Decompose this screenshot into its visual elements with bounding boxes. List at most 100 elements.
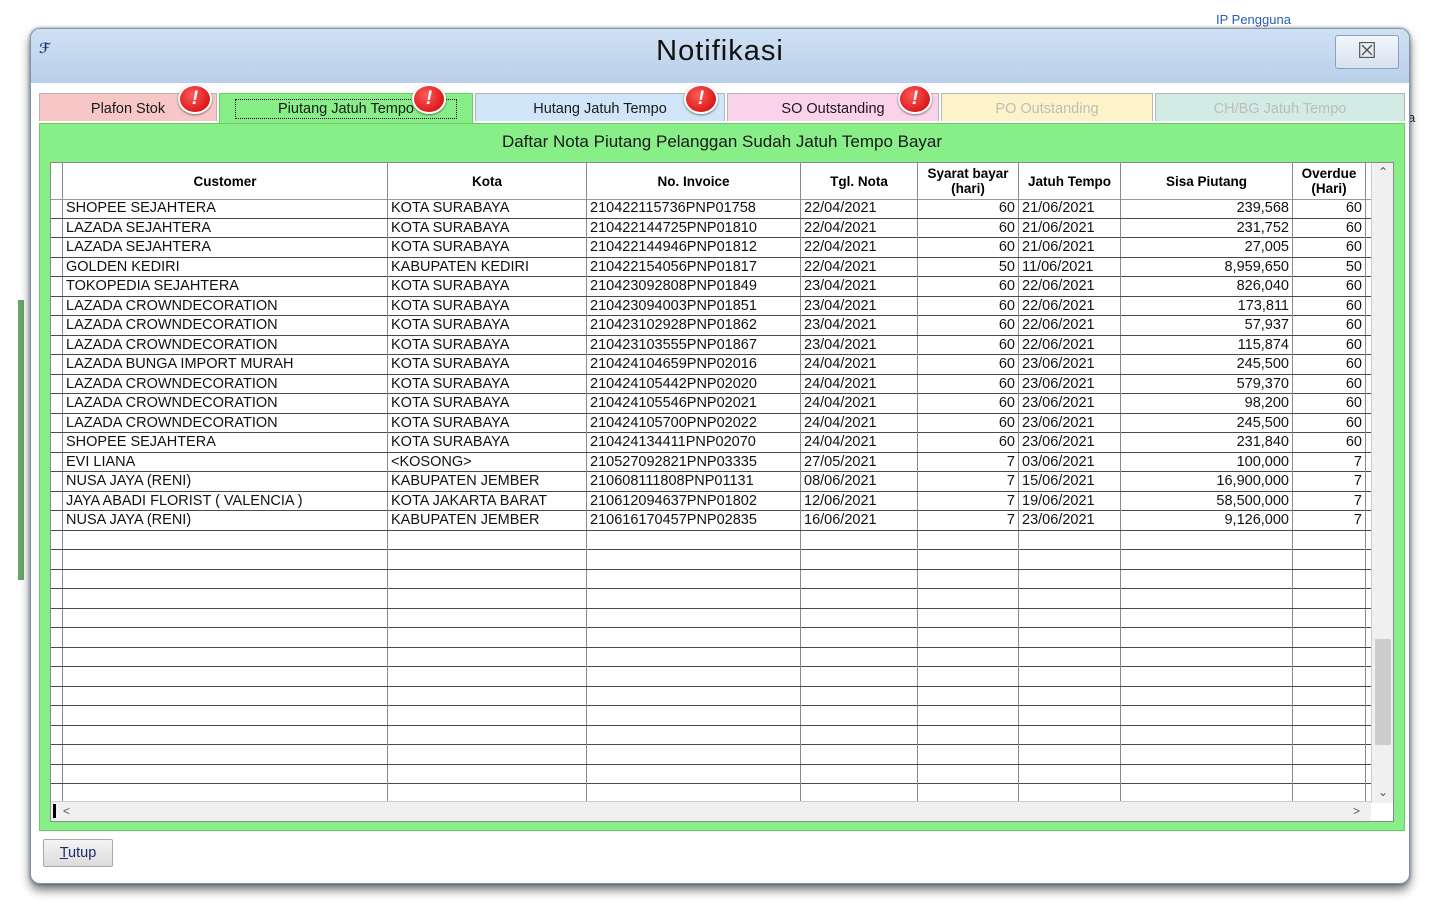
close-button-label: utup [68, 845, 97, 861]
table-cell: KOTA SURABAYA [388, 433, 587, 452]
tab-label: SO Outstanding [781, 101, 885, 117]
empty-row[interactable] [51, 550, 1371, 570]
table-row[interactable]: LAZADA CROWNDECORATION KOTA SURABAYA 21042… [51, 296, 1371, 316]
tab-label: Plafon Stok [90, 101, 166, 117]
column-header[interactable]: Overdue (Hari) [1293, 163, 1366, 199]
table-cell [801, 608, 918, 628]
column-header[interactable]: No. Invoice [587, 163, 801, 199]
window-close-button[interactable]: ☒ [1335, 35, 1399, 69]
table-cell: 60 [918, 413, 1019, 433]
table-cell: 24/04/2021 [801, 374, 918, 394]
table-cell [388, 764, 587, 784]
table-cell: 60 [918, 433, 1019, 452]
table-row[interactable]: NUSA JAYA (RENI) KABUPATEN JEMBER 21061617… [51, 511, 1371, 531]
vertical-scrollbar[interactable]: ⌃ ⌄ [1371, 163, 1393, 803]
table-row[interactable]: SHOPEE SEJAHTERA KOTA SURABAYA 21042211573… [51, 199, 1371, 219]
horizontal-scrollbar[interactable]: < > [51, 801, 1371, 821]
table-cell [801, 667, 918, 686]
table-cell [801, 628, 918, 647]
empty-row[interactable] [51, 686, 1371, 706]
table-cell [918, 628, 1019, 647]
tab-hutang-jatuh-tempo[interactable]: Hutang Jatuh Tempo! [475, 84, 725, 121]
table-cell: 50 [918, 257, 1019, 277]
table-cell: 19/06/2021 [1019, 491, 1121, 511]
tab-piutang-jatuh-tempo[interactable]: Piutang Jatuh Tempo! [219, 84, 473, 124]
table-cell [388, 725, 587, 745]
column-header[interactable]: Kota [388, 163, 587, 199]
table-row[interactable]: LAZADA CROWNDECORATION KOTA SURABAYA 21042… [51, 335, 1371, 355]
scroll-up-icon[interactable]: ⌃ [1372, 165, 1394, 179]
table-row[interactable]: SHOPEE SEJAHTERA KOTA SURABAYA 21042413441… [51, 433, 1371, 453]
table-row[interactable]: LAZADA SEJAHTERA KOTA SURABAYA 21042214472… [51, 218, 1371, 238]
table-cell: 245,500 [1121, 413, 1293, 433]
table-cell [63, 706, 388, 725]
empty-row[interactable] [51, 764, 1371, 784]
table-row[interactable]: TOKOPEDIA SEJAHTERA KOTA SURABAYA 21042309… [51, 277, 1371, 297]
table-cell [388, 569, 587, 589]
empty-row[interactable] [51, 647, 1371, 667]
table-row[interactable]: EVI LIANA <KOSONG> 210527092821PNP03335 27/… [51, 452, 1371, 472]
empty-row[interactable] [51, 628, 1371, 648]
table-cell [1293, 647, 1366, 667]
table-row[interactable]: LAZADA CROWNDECORATION KOTA SURABAYA 21042… [51, 413, 1371, 433]
table-cell: SHOPEE SEJAHTERA [63, 199, 388, 218]
table-row[interactable]: JAYA ABADI FLORIST ( VALENCIA ) KOTA JAKA… [51, 491, 1371, 511]
table-row[interactable]: LAZADA CROWNDECORATION KOTA SURABAYA 21042… [51, 374, 1371, 394]
column-header[interactable]: Jatuh Tempo [1019, 163, 1121, 199]
empty-row[interactable] [51, 608, 1371, 628]
tab-so-outstanding[interactable]: SO Outstanding! [727, 84, 939, 121]
empty-row[interactable] [51, 725, 1371, 745]
table-cell [1121, 706, 1293, 725]
tab-po-outstanding[interactable]: PO Outstanding [941, 93, 1153, 121]
table-cell: KOTA SURABAYA [388, 199, 587, 218]
scroll-left-icon[interactable]: < [63, 804, 70, 818]
tab-ch-bg-jatuh-tempo[interactable]: CH/BG Jatuh Tempo [1155, 93, 1405, 121]
column-header[interactable]: Sisa Piutang [1121, 163, 1293, 199]
empty-row[interactable] [51, 667, 1371, 687]
table-cell [1293, 686, 1366, 706]
table-cell: 24/04/2021 [801, 394, 918, 413]
column-header[interactable]: Customer [63, 163, 388, 199]
table-cell [63, 628, 388, 647]
table-cell [63, 550, 388, 569]
table-row[interactable]: LAZADA BUNGA IMPORT MURAH KOTA SURABAYA 21… [51, 355, 1371, 375]
table-cell [63, 530, 388, 550]
column-header[interactable]: Syarat bayar (hari) [918, 163, 1019, 199]
table-cell [918, 725, 1019, 745]
table-row[interactable]: LAZADA CROWNDECORATION KOTA SURABAYA 21042… [51, 394, 1371, 414]
table-cell: 22/04/2021 [801, 257, 918, 277]
table-cell [388, 530, 587, 550]
empty-row[interactable] [51, 530, 1371, 550]
table-cell: 8,959,650 [1121, 257, 1293, 277]
table-cell: 210612094637PNP01802 [587, 491, 801, 511]
table-row[interactable]: NUSA JAYA (RENI) KABUPATEN JEMBER 21060811… [51, 472, 1371, 492]
table-cell: NUSA JAYA (RENI) [63, 511, 388, 530]
table-cell [1293, 589, 1366, 608]
table-cell: 100,000 [1121, 452, 1293, 472]
grid-header: Customer Kota No. Invoice Tgl. Nota Syarat b… [51, 163, 1371, 200]
table-cell [918, 686, 1019, 706]
table-cell: 7 [918, 491, 1019, 511]
table-cell: 173,811 [1121, 296, 1293, 316]
table-cell [1121, 589, 1293, 608]
table-cell: 23/04/2021 [801, 316, 918, 335]
empty-row[interactable] [51, 569, 1371, 589]
table-cell [388, 608, 587, 628]
table-cell: 210608111808PNP01131 [587, 472, 801, 491]
empty-row[interactable] [51, 706, 1371, 726]
scroll-right-icon[interactable]: > [1353, 804, 1360, 818]
table-row[interactable]: GOLDEN KEDIRI KABUPATEN KEDIRI 21042215405… [51, 257, 1371, 277]
table-cell: 210424104659PNP02016 [587, 355, 801, 374]
tab-plafon-stok[interactable]: Plafon Stok! [39, 84, 217, 121]
close-button[interactable]: Tutup [43, 839, 113, 867]
table-cell: KOTA SURABAYA [388, 335, 587, 355]
scroll-down-icon[interactable]: ⌄ [1372, 785, 1394, 799]
empty-row[interactable] [51, 589, 1371, 609]
table-cell: 60 [1293, 296, 1366, 316]
vertical-scroll-thumb[interactable] [1375, 639, 1391, 745]
table-cell [1293, 608, 1366, 628]
column-header[interactable]: Tgl. Nota [801, 163, 918, 199]
table-row[interactable]: LAZADA CROWNDECORATION KOTA SURABAYA 21042… [51, 316, 1371, 336]
table-row[interactable]: LAZADA SEJAHTERA KOTA SURABAYA 21042214494… [51, 238, 1371, 258]
empty-row[interactable] [51, 745, 1371, 765]
